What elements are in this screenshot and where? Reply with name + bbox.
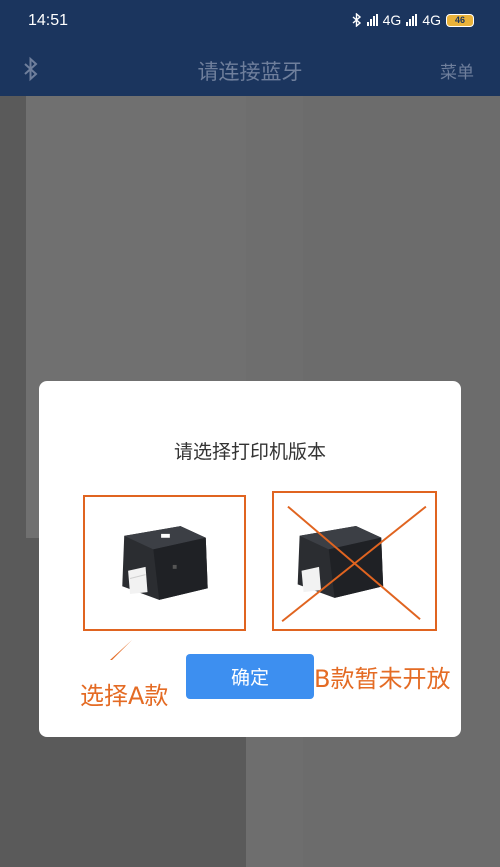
printer-option-b[interactable] [272,491,437,631]
status-icons: 4G 4G 46 [352,12,474,28]
battery-level: 46 [454,15,465,25]
page-title: 请连接蓝牙 [197,60,303,84]
annotation-option-b: B款暂未开放 [314,665,451,693]
printer-icon-disabled [274,493,435,629]
printer-option-a[interactable] [83,495,246,631]
battery-icon: 46 [446,13,474,27]
printer-icon [85,497,244,629]
annotation-option-a: 选择A款 [80,682,169,710]
signal-icon-2 [406,14,418,26]
bluetooth-status-icon [352,13,361,27]
menu-button[interactable]: 菜单 [440,58,474,83]
app-bar: 请连接蓝牙 菜单 [0,44,500,96]
status-bar: 14:51 4G 4G 46 [0,0,500,44]
dialog-title: 请选择打印机版本 [173,441,326,463]
network-label-2: 4G [422,12,441,28]
pointer-mark-icon [110,640,132,660]
status-time: 14:51 [28,12,69,29]
signal-icon [366,14,378,26]
confirm-button[interactable]: 确定 [186,654,314,699]
network-label-1: 4G [382,12,402,28]
